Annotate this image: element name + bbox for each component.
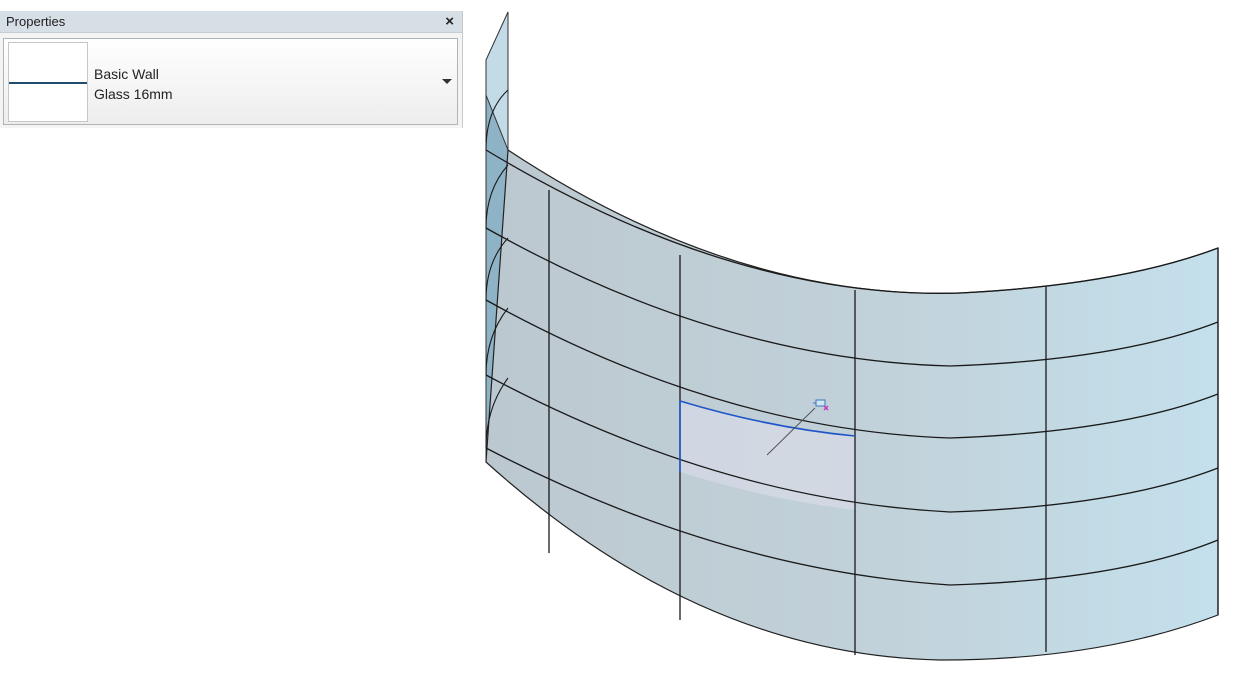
3d-viewport[interactable] bbox=[0, 0, 1258, 683]
curtain-wall-glass-face[interactable] bbox=[485, 148, 1219, 661]
